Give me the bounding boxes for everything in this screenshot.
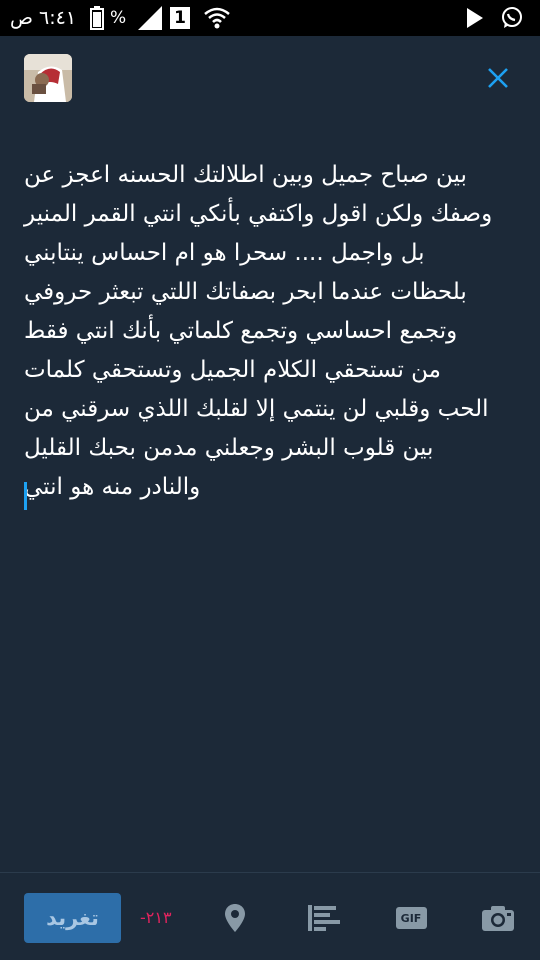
text-cursor <box>24 482 27 510</box>
tweet-button[interactable]: تغريد <box>24 893 121 943</box>
close-button[interactable] <box>482 62 514 94</box>
character-count: -٢١٣ <box>140 907 172 927</box>
sim-icon: 1 <box>170 0 190 36</box>
gif-button[interactable]: GIF <box>389 896 433 940</box>
status-bar: ٦:٤١ ص % 1 <box>0 0 540 36</box>
camera-button[interactable] <box>476 896 520 940</box>
close-icon <box>488 68 508 88</box>
battery-percent: % <box>110 8 127 28</box>
poll-button[interactable] <box>302 896 346 940</box>
status-time: ٦:٤١ ص <box>10 7 77 29</box>
location-icon <box>225 904 245 932</box>
signal-icon <box>138 0 164 36</box>
tweet-compose-input[interactable]: بين صباح جميل وبين اطلالتك الحسنه اعجز ع… <box>24 156 512 507</box>
location-button[interactable] <box>213 896 257 940</box>
play-store-icon <box>465 0 485 36</box>
whatsapp-icon <box>500 0 524 36</box>
gif-icon: GIF <box>395 907 427 929</box>
avatar <box>24 54 72 102</box>
camera-icon <box>482 906 514 931</box>
poll-icon <box>308 905 340 931</box>
sim-label: 1 <box>170 7 190 29</box>
wifi-icon <box>203 0 231 36</box>
battery-icon <box>90 0 104 36</box>
